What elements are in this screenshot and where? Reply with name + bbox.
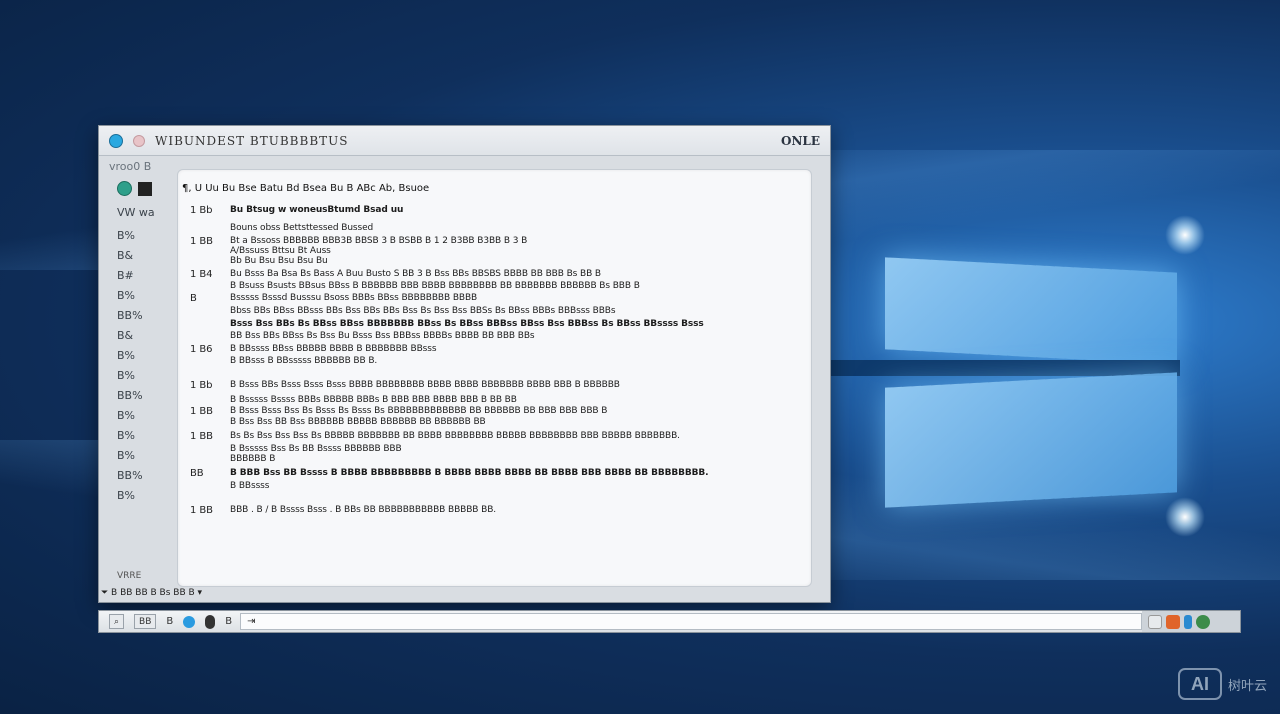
task-view-button[interactable]: BB [134, 614, 157, 629]
sidebar-item[interactable]: B% [117, 229, 135, 242]
sidebar-footer: VRRE [117, 571, 142, 581]
status-line: ⏷ B BB BB B Bs BB B ▾ [101, 588, 203, 598]
sidebar-item[interactable]: B% [117, 449, 135, 462]
watermark-logo: AI [1178, 668, 1222, 700]
document-line: Bs Bs Bss Bss Bss Bs BBBBB BBBBBBB BB BB… [230, 431, 680, 441]
document-line: Bsss Bss BBs Bs BBss BBss BBBBBBB BBss B… [230, 319, 704, 329]
app-icon[interactable] [117, 181, 132, 196]
sidebar-item[interactable]: B% [117, 409, 135, 422]
chrome-icon[interactable] [1196, 614, 1210, 629]
sidebar-item[interactable]: B% [117, 349, 135, 362]
line-number: 1 Bb [190, 380, 213, 391]
sidebar-item[interactable]: B% [117, 289, 135, 302]
app-tray-icon[interactable] [1166, 614, 1180, 629]
taskbar-item[interactable]: B [166, 616, 173, 627]
notification-icon[interactable] [1214, 614, 1234, 629]
document-area[interactable]: ¶, U Uu Bu Bse Batu Bd Bsea Bu B ABc Ab,… [177, 169, 812, 587]
sidebar-item[interactable]: B% [117, 369, 135, 382]
document-line: A/Bssuss Bttsu Bt Auss [230, 246, 331, 256]
document-line: B BBsss B BBsssss BBBBBB BB B. [230, 356, 378, 366]
document-line: Bouns obss Bettsttessed Bussed [230, 223, 374, 233]
document-line: BBBBBB B [230, 454, 276, 464]
document-line: Bb Bu Bsu Bsu Bsu Bu [230, 256, 328, 266]
document-line: B BBssss BBss BBBBB BBBB B BBBBBBB BBsss [230, 344, 437, 354]
line-number: B [190, 293, 197, 304]
watermark-text: 树叶云 [1228, 678, 1268, 694]
network-icon[interactable] [1148, 614, 1162, 629]
document-line: BB Bss BBs BBss Bs Bss Bu Bsss Bss BBBss… [230, 331, 535, 341]
sidebar-icons [117, 181, 152, 196]
title-right-label: ONLE [780, 133, 820, 148]
document-line: B Bsss BBs Bsss Bsss Bsss BBBB BBBBBBBB … [230, 380, 620, 390]
document-line: Bbss BBs BBss BBsss BBs Bss BBs BBs Bss … [230, 306, 616, 316]
sidebar: VW wa B% B& B# B% BB% B& B% B% BB% B% B%… [99, 176, 179, 596]
line-number: 1 BB [190, 406, 213, 417]
line-number: 1 B4 [190, 269, 213, 280]
search-icon[interactable]: ⌕ [109, 614, 125, 629]
windows-logo [830, 215, 1205, 537]
document-line: Bu Btsug w woneusBtumd Bsad uu [230, 205, 404, 215]
sidebar-item[interactable]: B% [117, 489, 135, 502]
app-window[interactable]: WIBUNDEST BTUBBBBTUS ONLE vroo0 B VW wa … [98, 125, 831, 603]
sidebar-item[interactable]: B# [117, 269, 134, 282]
document-line: B Bsuss Bsusts BBsus BBss B BBBBBB BBB B… [230, 281, 640, 291]
taskbar-left: ⌕ BB B B [99, 611, 232, 632]
document-line: Bt a Bssoss BBBBBB BBB3B BBSB 3 B BSBB B… [230, 236, 528, 246]
line-number: 1 BB [190, 236, 213, 247]
logo-divider [830, 360, 1180, 376]
window-control-icon[interactable] [133, 134, 145, 147]
document-line: Bsssss Bsssd Busssu Bsoss BBBs BBss BBBB… [230, 293, 478, 303]
document-line: B Bsss Bsss Bss Bs Bsss Bs Bsss Bs BBBBB… [230, 406, 608, 416]
microphone-icon[interactable] [205, 614, 216, 629]
title-bar[interactable]: WIBUNDEST BTUBBBBTUS ONLE [99, 126, 830, 156]
light-flare [1165, 497, 1205, 537]
line-number: 1 Bb [190, 205, 213, 216]
document-line: BBB . B / B Bssss Bsss . B BBs BB BBBBBB… [230, 505, 497, 515]
document-header: ¶, U Uu Bu Bse Batu Bd Bsea Bu B ABc Ab,… [182, 183, 430, 194]
line-number: BB [190, 468, 204, 479]
sidebar-item[interactable]: BB% [117, 309, 143, 322]
terminal-icon[interactable] [138, 181, 152, 196]
light-flare [1165, 215, 1205, 255]
logo-pane-bottom [885, 372, 1177, 508]
taskbar-search-input[interactable]: ⇥ [240, 613, 1142, 630]
browser-icon[interactable] [183, 615, 196, 628]
sidebar-item[interactable]: BB% [117, 469, 143, 482]
document-line: Bu Bsss Ba Bsa Bs Bass A Buu Busto S BB … [230, 269, 601, 279]
document-line: B Bsssss Bss Bs BB Bssss BBBBBB BBB [230, 444, 402, 454]
document-line: B BBssss [230, 481, 270, 491]
window-title: WIBUNDEST BTUBBBBTUS [155, 133, 349, 148]
line-number: 1 BB [190, 505, 213, 516]
sidebar-item[interactable]: BB% [117, 389, 143, 402]
document-line: B Bsssss Bssss BBBs BBBBB BBBs B BBB BBB… [230, 395, 517, 405]
sidebar-item[interactable]: B% [117, 429, 135, 442]
sidebar-heading: VW wa [117, 206, 155, 219]
taskbar-item[interactable]: B [225, 616, 232, 627]
system-tray [1142, 611, 1240, 632]
logo-pane-top [885, 257, 1177, 365]
toolbar-text[interactable]: vroo0 B [109, 160, 151, 173]
volume-icon[interactable] [1184, 614, 1192, 629]
line-number: 1 BB [190, 431, 213, 442]
sidebar-item[interactable]: B& [117, 249, 133, 262]
line-number: 1 B6 [190, 344, 213, 355]
taskbar: ⌕ BB B B ⇥ [98, 610, 1241, 633]
window-control-icon[interactable] [109, 133, 123, 148]
watermark: AI 树叶云 [1178, 668, 1267, 700]
document-line: B Bss Bss BB Bss BBBBBB BBBBB BBBBBB BB … [230, 417, 486, 427]
document-line: B BBB Bss BB Bssss B BBBB BBBBBBBBB B BB… [230, 468, 709, 478]
sidebar-item[interactable]: B& [117, 329, 133, 342]
